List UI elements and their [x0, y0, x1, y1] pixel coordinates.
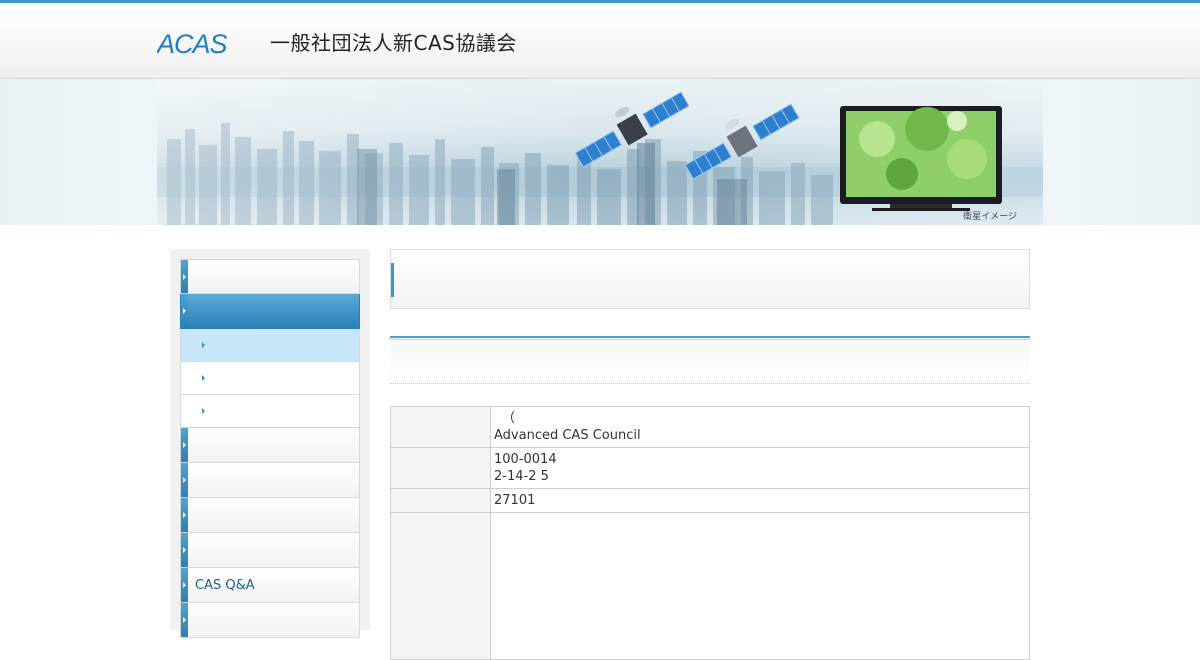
- table-value-line: （: [502, 411, 516, 426]
- table-value-cell: [490, 512, 1030, 660]
- table-header-cell: [390, 447, 491, 489]
- table-value-line: 100-0014: [494, 452, 557, 467]
- sidebar: CAS Q&A: [170, 249, 370, 638]
- nav-arrow-icon: [183, 547, 186, 553]
- nav-arrow-icon: [183, 308, 186, 314]
- table-value-line: Advanced CAS Council: [494, 428, 641, 443]
- table-row: 27101: [390, 488, 1030, 513]
- sub-arrow-icon: [202, 342, 205, 348]
- sidebar-item-4[interactable]: [180, 463, 360, 498]
- table-row: （ Advanced CAS Council: [390, 406, 1030, 448]
- television: [840, 106, 1002, 211]
- acas-logo[interactable]: ACAS: [155, 29, 261, 59]
- nav-arrow-icon: [183, 273, 186, 280]
- acas-logo-mark: ACAS: [155, 29, 229, 59]
- site-header: ACAS 一般社団法人新CAS協議会: [0, 3, 1200, 79]
- table-value-cell: （ Advanced CAS Council: [490, 406, 1030, 448]
- nav-arrow-icon: [183, 477, 186, 483]
- sidebar-item-5[interactable]: [180, 498, 360, 533]
- banner-illustration: [157, 79, 1043, 225]
- sidebar-item-label: CAS Q&A: [195, 578, 255, 593]
- section-divider: [390, 336, 1030, 338]
- section-heading: [390, 341, 1030, 384]
- section-divider-light: [390, 339, 1030, 340]
- logo-text: ACAS: [157, 31, 228, 57]
- table-header-cell: [390, 512, 491, 660]
- sidebar-item-1[interactable]: [180, 259, 360, 294]
- sidebar-subitem-3[interactable]: [180, 395, 360, 428]
- nav-arrow-icon: [183, 582, 186, 588]
- table-row: 100-0014 2-14-2 5: [390, 447, 1030, 489]
- sub-arrow-icon: [202, 375, 205, 381]
- sidebar-subitem-1-current[interactable]: [180, 329, 360, 362]
- nav-arrow-icon: [183, 442, 186, 448]
- banner-caption: 衛星イメージ: [963, 212, 1017, 222]
- header-banner-image: 衛星イメージ: [157, 79, 1043, 225]
- page-title-box: [390, 249, 1030, 309]
- table-value-cell: 27101: [490, 488, 1030, 513]
- sub-arrow-icon: [202, 408, 205, 414]
- sidebar-subitem-2[interactable]: [180, 362, 360, 395]
- organization-name: 一般社団法人新CAS協議会: [270, 31, 517, 55]
- sidebar-item-6[interactable]: [180, 533, 360, 568]
- sidebar-item-2-active[interactable]: [180, 294, 360, 329]
- title-accent-bar: [391, 263, 394, 297]
- sidebar-item-3[interactable]: [180, 428, 360, 463]
- table-value-line: 27101: [494, 493, 536, 508]
- sidebar-nav: CAS Q&A: [180, 259, 360, 638]
- nav-arrow-icon: [183, 512, 186, 518]
- table-header-cell: [390, 406, 491, 448]
- organization-info-table: （ Advanced CAS Council 100-0014 2-14-2 5…: [390, 406, 1030, 660]
- table-row: [390, 512, 1030, 660]
- table-header-cell: [390, 488, 491, 513]
- nav-arrow-icon: [183, 617, 186, 623]
- table-value-cell: 100-0014 2-14-2 5: [490, 447, 1030, 489]
- sidebar-item-8[interactable]: [180, 603, 360, 638]
- sidebar-item-cas-qa[interactable]: CAS Q&A: [180, 568, 360, 603]
- table-value-line: 2-14-2 5: [494, 469, 549, 484]
